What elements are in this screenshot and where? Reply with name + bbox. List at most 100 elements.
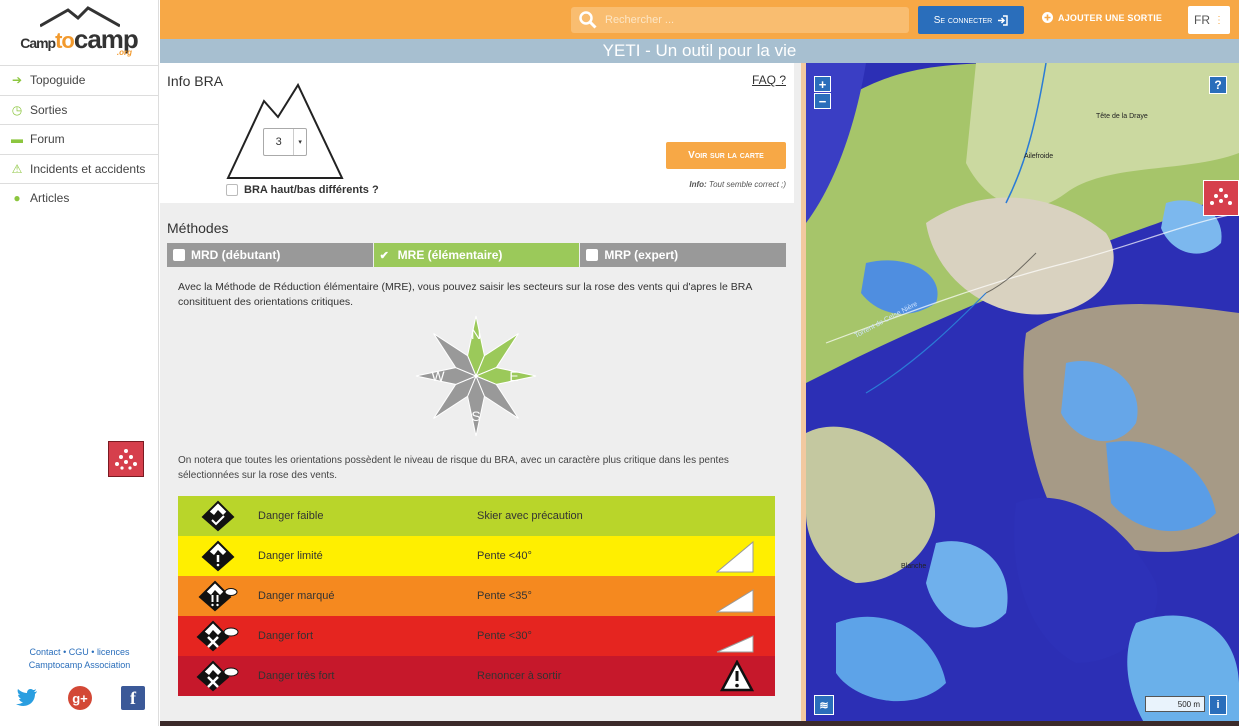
tab-mrp[interactable]: MRP (expert) bbox=[580, 243, 787, 267]
info-value: Tout semble correct ;) bbox=[708, 180, 786, 189]
logo-text-b: to bbox=[55, 28, 75, 53]
add-outing-label: Ajouter une sortie bbox=[1058, 12, 1163, 23]
map-scale: 500 m bbox=[1145, 696, 1205, 712]
method-tabs: MRD (débutant) ✔ MRE (élémentaire) MRP (… bbox=[167, 243, 787, 267]
facebook-icon[interactable]: f bbox=[121, 686, 145, 710]
danger-advice: Pente <40° bbox=[477, 550, 532, 562]
sidebar-item-articles[interactable]: ● Articles bbox=[0, 183, 158, 213]
page-title: YETI - Un outil pour la vie bbox=[160, 39, 1239, 63]
main-panel: Info BRA FAQ ? 3 ▾ BRA haut/bas différen… bbox=[160, 63, 801, 726]
bra-level-select[interactable]: 3 ▾ bbox=[263, 128, 307, 156]
contact-link[interactable]: Contact bbox=[30, 647, 61, 657]
danger-name: Danger limité bbox=[258, 550, 323, 562]
avalanche-layer-icon[interactable] bbox=[1203, 180, 1239, 216]
sidebar-footer: Contact • CGU • licences Camptocamp Asso… bbox=[0, 646, 159, 672]
login-button[interactable]: Se connecter bbox=[918, 6, 1024, 34]
danger-advice: Pente <35° bbox=[477, 590, 532, 602]
info-bra-heading: Info BRA bbox=[167, 73, 224, 89]
method-panel: Avec la Méthode de Réduction élémentaire… bbox=[167, 267, 786, 707]
view-on-map-button[interactable]: Voir sur la carte bbox=[666, 142, 786, 169]
danger-name: Danger très fort bbox=[258, 670, 335, 682]
danger-advice: Skier avec précaution bbox=[477, 510, 583, 522]
rose-label-n: N bbox=[471, 326, 481, 342]
danger-name: Danger fort bbox=[258, 630, 314, 642]
footer-separator: • bbox=[63, 647, 67, 657]
danger-advice: Renoncer à sortir bbox=[477, 670, 562, 682]
footer-separator: • bbox=[91, 647, 95, 657]
sidebar-item-forum[interactable]: ▬ Forum bbox=[0, 124, 158, 154]
danger-row: Danger très fort Renoncer à sortir bbox=[178, 656, 775, 696]
licences-link[interactable]: licences bbox=[97, 647, 130, 657]
chat-icon: ▬ bbox=[11, 132, 23, 147]
language-label: FR bbox=[1194, 13, 1210, 27]
map-view[interactable]: Ailefroide Tête de la Draye Torrent de C… bbox=[806, 63, 1239, 726]
sidebar-item-topoguide[interactable]: ➔ Topoguide bbox=[0, 65, 158, 95]
bra-diff-label: BRA haut/bas différents ? bbox=[244, 184, 379, 196]
danger-level-1-icon bbox=[178, 500, 258, 532]
top-bar: Se connecter Ajouter une sortie FR ⋮ bbox=[160, 0, 1239, 39]
twitter-icon[interactable] bbox=[15, 686, 39, 710]
association-link[interactable]: Camptocamp Association bbox=[0, 659, 159, 672]
map-label-blanche: Blanche bbox=[901, 563, 926, 570]
menu-dots-icon: ⋮ bbox=[1214, 14, 1224, 26]
tab-mrd[interactable]: MRD (débutant) bbox=[167, 243, 373, 267]
logo-text-a: Camp bbox=[20, 35, 56, 51]
google-plus-icon[interactable]: g+ bbox=[68, 686, 92, 710]
rose-label-w: W bbox=[431, 368, 445, 384]
slope-40-icon bbox=[716, 540, 754, 573]
clock-icon: ◷ bbox=[11, 102, 23, 117]
sidebar-item-label: Forum bbox=[30, 132, 65, 147]
tab-mre[interactable]: ✔ MRE (élémentaire) bbox=[373, 243, 580, 267]
bra-level-value: 3 bbox=[275, 136, 282, 148]
danger-advice: Pente <30° bbox=[477, 630, 532, 642]
add-outing-button[interactable]: Ajouter une sortie bbox=[1042, 12, 1162, 23]
login-label: Se connecter bbox=[933, 14, 993, 26]
map-label-tete-draye: Tête de la Draye bbox=[1096, 113, 1148, 120]
bra-diff-checkbox[interactable] bbox=[226, 184, 238, 196]
danger-row: Danger limité Pente <40° bbox=[178, 536, 775, 576]
faq-link[interactable]: FAQ ? bbox=[752, 73, 786, 87]
search-input[interactable] bbox=[605, 14, 895, 26]
danger-level-2-icon bbox=[178, 540, 258, 572]
danger-row: Danger faible Skier avec précaution bbox=[178, 496, 775, 536]
search-box[interactable] bbox=[571, 7, 909, 33]
map-info-button[interactable]: i bbox=[1209, 695, 1227, 715]
plus-circle-icon bbox=[1042, 12, 1053, 23]
methodes-heading: Méthodes bbox=[167, 220, 229, 236]
avalanche-badge-icon[interactable] bbox=[108, 441, 144, 477]
logo[interactable]: Camptocamp .org bbox=[0, 0, 158, 65]
warning-icon: ⚠ bbox=[11, 161, 23, 176]
bottom-strip bbox=[160, 721, 1239, 726]
arrow-right-icon: ➔ bbox=[11, 73, 23, 88]
sidebar: Camptocamp .org ➔ Topoguide ◷ Sorties ▬ Forum… bbox=[0, 0, 159, 726]
language-selector[interactable]: FR ⋮ bbox=[1188, 6, 1230, 34]
danger-name: Danger marqué bbox=[258, 590, 335, 602]
sidebar-item-sorties[interactable]: ◷ Sorties bbox=[0, 94, 158, 125]
rose-label-s: S bbox=[471, 408, 480, 424]
cgu-link[interactable]: CGU bbox=[69, 647, 89, 657]
danger-level-5-icon bbox=[178, 660, 258, 692]
tab-mrd-label: MRD (débutant) bbox=[191, 248, 281, 262]
danger-level-3-icon bbox=[178, 580, 258, 612]
zoom-out-button[interactable]: − bbox=[814, 93, 831, 109]
mrp-checkbox[interactable] bbox=[586, 249, 599, 261]
search-icon bbox=[571, 11, 605, 29]
social-links: g+ f bbox=[15, 686, 145, 710]
mrd-checkbox[interactable] bbox=[173, 249, 185, 261]
map-label-ailefroide: Ailefroide bbox=[1024, 153, 1053, 160]
zoom-in-button[interactable]: + bbox=[814, 76, 831, 92]
method-description: Avec la Méthode de Réduction élémentaire… bbox=[178, 281, 752, 308]
info-status: Info: Tout semble correct ;) bbox=[689, 180, 786, 189]
logo-suffix: .org bbox=[116, 48, 132, 57]
method-note: On notera que toutes les orientations po… bbox=[178, 455, 729, 481]
bra-diff-option[interactable]: BRA haut/bas différents ? bbox=[226, 184, 379, 196]
slope-30-icon bbox=[716, 635, 754, 653]
danger-name: Danger faible bbox=[258, 510, 324, 522]
sidebar-item-label: Articles bbox=[30, 191, 70, 206]
help-button[interactable]: ? bbox=[1209, 76, 1227, 94]
sidebar-item-incidents[interactable]: ⚠ Incidents et accidents bbox=[0, 153, 158, 184]
layers-icon[interactable]: ≋ bbox=[814, 695, 834, 715]
danger-level-4-icon bbox=[178, 620, 258, 652]
login-icon bbox=[998, 14, 1008, 26]
wind-rose: N E S W bbox=[415, 315, 537, 437]
